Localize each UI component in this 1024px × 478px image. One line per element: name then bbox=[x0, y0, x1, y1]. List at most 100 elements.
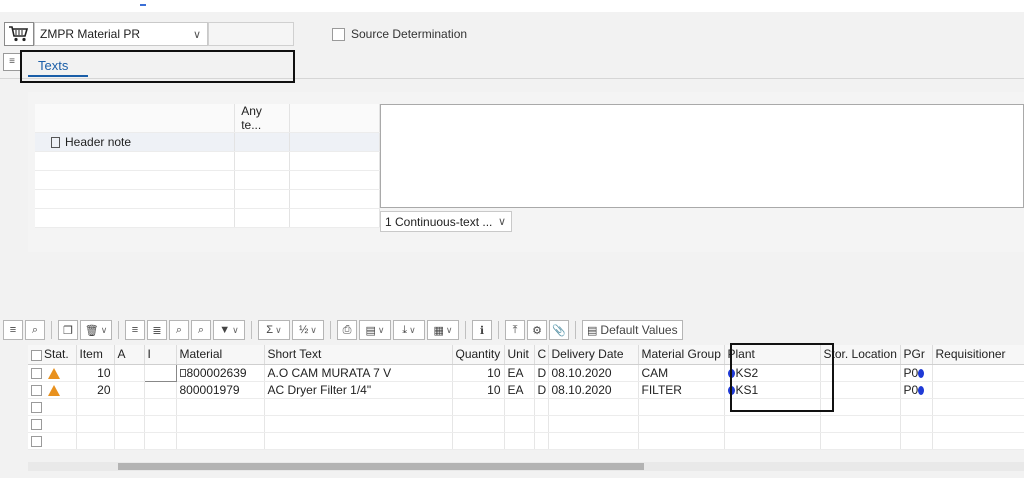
row-checkbox[interactable] bbox=[31, 418, 42, 430]
column-header-c[interactable]: C bbox=[534, 345, 549, 365]
copy-icon[interactable]: ❐ bbox=[58, 320, 78, 340]
column-header-requisitioner[interactable]: Requisitioner bbox=[932, 345, 1024, 365]
quantity-cell[interactable]: 10 bbox=[452, 381, 505, 399]
print-icon[interactable]: ⎙ bbox=[337, 320, 357, 340]
delete-icon[interactable]: 🗑 ∨ bbox=[80, 320, 112, 340]
row-checkbox[interactable] bbox=[31, 435, 42, 447]
sort-descending-icon[interactable]: ≣ bbox=[147, 320, 167, 340]
material-group-cell[interactable]: CAM bbox=[638, 364, 725, 382]
item-category-cell[interactable] bbox=[144, 381, 177, 399]
requisitioner-cell[interactable] bbox=[932, 364, 1024, 382]
quantity-cell[interactable]: 10 bbox=[452, 364, 505, 382]
redaction-mark bbox=[918, 368, 925, 378]
column-header-unit[interactable]: Unit bbox=[504, 345, 535, 365]
source-determination-toggle[interactable]: Source Determination bbox=[332, 27, 467, 41]
default-values-icon: ▤ bbox=[587, 324, 598, 337]
shopping-cart-button[interactable] bbox=[4, 22, 34, 46]
sum-icon[interactable]: Σ ∨ bbox=[258, 320, 290, 340]
default-values-button[interactable]: ▤ Default Values bbox=[582, 320, 683, 340]
toolbar-separator bbox=[118, 321, 119, 339]
column-header-quantity[interactable]: Quantity bbox=[452, 345, 505, 365]
row-checkbox[interactable] bbox=[31, 401, 42, 413]
table-row[interactable]: 20 800001979 AC Dryer Filter 1/4" 10 EA … bbox=[28, 381, 1024, 399]
column-header-status[interactable]: Stat. bbox=[28, 345, 77, 365]
text-format-select[interactable]: 1 Continuous-text ... ∨ bbox=[380, 211, 512, 232]
short-text-cell[interactable]: A.O CAM MURATA 7 V bbox=[264, 364, 453, 382]
text-row[interactable] bbox=[35, 208, 380, 228]
pgr-cell[interactable]: P0 bbox=[900, 364, 933, 382]
short-text-cell[interactable]: AC Dryer Filter 1/4" bbox=[264, 381, 453, 399]
view-icon[interactable]: ▤ ∨ bbox=[359, 320, 391, 340]
find-next-icon[interactable]: ⌕ bbox=[191, 320, 211, 340]
layout-icon[interactable]: ▦ ∨ bbox=[427, 320, 459, 340]
account-assignment-cell[interactable] bbox=[114, 381, 145, 399]
upload-icon[interactable]: ⤒ bbox=[505, 320, 525, 340]
text-column-header bbox=[289, 104, 380, 133]
text-format-value: 1 Continuous-text ... bbox=[385, 214, 493, 229]
text-row[interactable] bbox=[35, 151, 380, 171]
any-text-column-header: Any te... bbox=[234, 104, 291, 133]
column-header-material[interactable]: Material bbox=[176, 345, 265, 365]
unit-cell[interactable]: EA bbox=[504, 364, 535, 382]
table-row[interactable] bbox=[28, 432, 1024, 450]
horizontal-scrollbar[interactable] bbox=[28, 462, 1024, 471]
text-row[interactable] bbox=[35, 189, 380, 209]
top-strip bbox=[0, 0, 1024, 12]
text-type-column-header bbox=[35, 104, 236, 133]
text-editor[interactable] bbox=[380, 104, 1024, 208]
collapse-header-icon[interactable]: ≡ bbox=[3, 53, 21, 71]
subtotal-icon[interactable]: ½ ∨ bbox=[292, 320, 324, 340]
material-cell[interactable]: 800001979 bbox=[176, 381, 265, 399]
select-all-checkbox[interactable] bbox=[31, 349, 42, 361]
material-cell[interactable]: 800002639 bbox=[176, 364, 265, 382]
column-header-i[interactable]: I bbox=[144, 345, 177, 365]
toolbar-separator bbox=[251, 321, 252, 339]
column-header-short-text[interactable]: Short Text bbox=[264, 345, 453, 365]
column-header-a[interactable]: A bbox=[114, 345, 145, 365]
delivery-date-cell[interactable]: 08.10.2020 bbox=[548, 364, 639, 382]
column-header-item[interactable]: Item bbox=[76, 345, 115, 365]
collapse-items-icon[interactable]: ≡ bbox=[3, 320, 23, 340]
toolbar-separator bbox=[498, 321, 499, 339]
attachment-icon[interactable]: 📎 bbox=[549, 320, 569, 340]
sort-ascending-icon[interactable]: ≡ bbox=[125, 320, 145, 340]
text-type-grid: Any te... Header note bbox=[35, 104, 380, 228]
column-header-material-group[interactable]: Material Group bbox=[638, 345, 725, 365]
item-number[interactable]: 20 bbox=[76, 381, 115, 399]
column-header-delivery-date[interactable]: Delivery Date bbox=[548, 345, 639, 365]
table-row[interactable] bbox=[28, 415, 1024, 433]
row-checkbox[interactable] bbox=[31, 384, 42, 396]
item-grid: Stat. Item A I Material Short Text Quant… bbox=[28, 345, 1024, 450]
delivery-date-cell[interactable]: 08.10.2020 bbox=[548, 381, 639, 399]
date-category-cell[interactable]: D bbox=[534, 364, 549, 382]
info-icon[interactable]: ℹ bbox=[472, 320, 492, 340]
shopping-cart-icon bbox=[9, 26, 29, 42]
details-icon[interactable]: ⌕ bbox=[25, 320, 45, 340]
item-category-cell[interactable] bbox=[143, 363, 177, 382]
account-assignment-cell[interactable] bbox=[114, 364, 145, 382]
document-type-select[interactable]: ZMPR Material PR ∨ bbox=[34, 22, 208, 46]
requisitioner-cell[interactable] bbox=[932, 381, 1024, 399]
find-icon[interactable]: ⌕ bbox=[169, 320, 189, 340]
unit-cell[interactable]: EA bbox=[504, 381, 535, 399]
scrollbar-thumb[interactable] bbox=[118, 463, 644, 470]
text-row-header-note[interactable]: Header note bbox=[35, 132, 380, 152]
warning-icon bbox=[48, 384, 60, 396]
material-group-cell[interactable]: FILTER bbox=[638, 381, 725, 399]
services-icon[interactable]: ⚙ bbox=[527, 320, 547, 340]
table-row[interactable]: 10 800002639 A.O CAM MURATA 7 V 10 EA D … bbox=[28, 363, 1024, 382]
pgr-cell[interactable]: P0 bbox=[900, 381, 933, 399]
filter-icon[interactable]: ▼ ∨ bbox=[213, 320, 245, 340]
toolbar-separator bbox=[51, 321, 52, 339]
table-row[interactable] bbox=[28, 398, 1024, 416]
date-category-cell[interactable]: D bbox=[534, 381, 549, 399]
document-number-field[interactable] bbox=[208, 22, 294, 46]
export-icon[interactable]: ⤓ ∨ bbox=[393, 320, 425, 340]
column-header-pgr[interactable]: PGr bbox=[900, 345, 933, 365]
row-checkbox[interactable] bbox=[31, 367, 42, 379]
toolbar-separator bbox=[330, 321, 331, 339]
item-number[interactable]: 10 bbox=[76, 364, 115, 382]
chevron-down-icon: ∨ bbox=[497, 216, 507, 228]
source-determination-checkbox[interactable] bbox=[332, 27, 345, 41]
text-row[interactable] bbox=[35, 170, 380, 190]
